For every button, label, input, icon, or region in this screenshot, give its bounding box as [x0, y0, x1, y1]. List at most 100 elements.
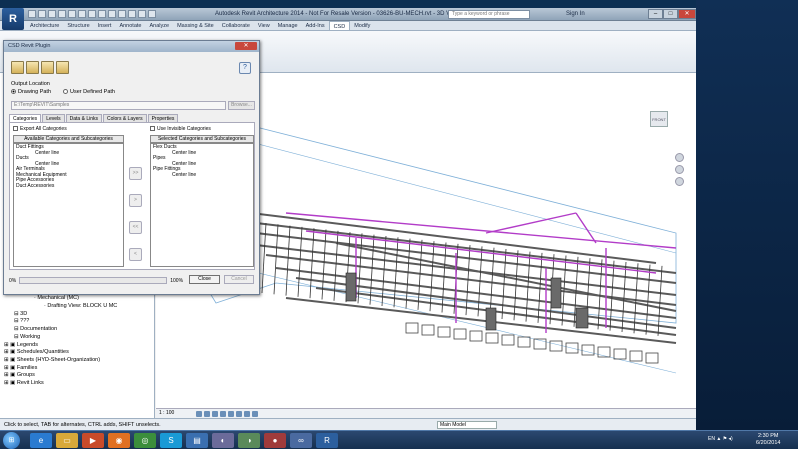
dialog-close-button[interactable]: ✕	[235, 42, 257, 50]
category-item[interactable]: Center line	[153, 172, 251, 179]
tree-expander-icon[interactable]: ⊞ ▣	[4, 380, 17, 386]
remove-all-button[interactable]: <<	[129, 221, 142, 234]
open-settings-icon[interactable]	[26, 61, 39, 74]
app-menu-button[interactable]: R	[2, 8, 24, 30]
firefox-icon[interactable]: ◉	[108, 433, 130, 448]
ribbon-tab-insert[interactable]: Insert	[94, 21, 116, 30]
app-icon[interactable]: ◑	[238, 433, 260, 448]
print-icon[interactable]	[68, 10, 76, 18]
browser-node[interactable]: ⊟ ???	[4, 318, 117, 326]
browser-node[interactable]: · Mechanical (MC)	[4, 295, 117, 303]
view-scale[interactable]: 1 : 100	[159, 410, 174, 416]
temp-hide-icon[interactable]	[244, 411, 250, 417]
show-crop-icon[interactable]	[236, 411, 242, 417]
viewcube-face[interactable]: FRONT	[650, 111, 668, 127]
remove-button[interactable]: <	[129, 248, 142, 261]
ribbon-tab-structure[interactable]: Structure	[63, 21, 93, 30]
cancel-button[interactable]: Cancel	[224, 275, 254, 284]
help-search-input[interactable]: Type a keyword or phrase	[448, 10, 530, 19]
add-button[interactable]: >	[129, 194, 142, 207]
pan-icon[interactable]	[675, 177, 684, 186]
steering-wheel-icon[interactable]	[675, 153, 684, 162]
crop-view-icon[interactable]	[228, 411, 234, 417]
ribbon-tab-collaborate[interactable]: Collaborate	[218, 21, 254, 30]
section-icon[interactable]	[108, 10, 116, 18]
help-icon[interactable]: ?	[239, 62, 251, 74]
dialog-tab-levels[interactable]: Levels	[42, 114, 65, 122]
customize-toolbar-icon[interactable]	[148, 10, 156, 18]
category-item[interactable]: Duct Accessories	[16, 183, 121, 190]
revit-taskbar-icon[interactable]: R	[316, 433, 338, 448]
ribbon-tab-add-ins[interactable]: Add-Ins	[302, 21, 329, 30]
redo-icon[interactable]	[58, 10, 66, 18]
ribbon-tab-view[interactable]: View	[254, 21, 274, 30]
user-path-radio[interactable]: User Defined Path	[63, 89, 115, 95]
ie-icon[interactable]: e	[30, 433, 52, 448]
export-icon[interactable]	[11, 61, 24, 74]
save-icon[interactable]	[38, 10, 46, 18]
open-icon[interactable]	[28, 10, 36, 18]
ribbon-tab-massing-site[interactable]: Massing & Site	[173, 21, 218, 30]
tree-expander-icon[interactable]: ⊞ ▣	[4, 349, 17, 355]
sun-path-icon[interactable]	[212, 411, 218, 417]
app-icon[interactable]: ∞	[290, 433, 312, 448]
clock[interactable]: 2:30 PM 6/20/2014	[756, 433, 780, 447]
sign-in-link[interactable]: Sign In	[566, 11, 585, 17]
browser-node[interactable]: ⊞ ▣ Sheets (HYD-Sheet-Organization)	[4, 357, 117, 365]
browser-node[interactable]: ⊞ ▣ Legends	[4, 342, 117, 350]
browser-node[interactable]: ⊟ Working	[4, 334, 117, 342]
visual-style-icon[interactable]	[204, 411, 210, 417]
start-button[interactable]: ⊞	[3, 432, 20, 449]
ribbon-tab-csd[interactable]: CSD	[328, 21, 351, 30]
browser-node[interactable]: ⊞ ▣ Revit Links	[4, 380, 117, 388]
measure-icon[interactable]	[78, 10, 86, 18]
tree-expander-icon[interactable]: ⊞ ▣	[4, 365, 17, 371]
shadows-icon[interactable]	[220, 411, 226, 417]
tree-expander-icon[interactable]: ⊞ ▣	[4, 372, 17, 378]
dialog-tab-properties[interactable]: Properties	[147, 114, 179, 122]
media-player-icon[interactable]: ▶	[82, 433, 104, 448]
drawing-path-radio[interactable]: Drawing Path	[11, 89, 51, 95]
selected-categories-list[interactable]: Flex Ducts Center line Pipes Center line Pip…	[150, 143, 254, 267]
3d-view-icon[interactable]	[98, 10, 106, 18]
skype-icon[interactable]: S	[160, 433, 182, 448]
tree-expander-icon[interactable]: ⊞ ▣	[4, 357, 17, 363]
browser-node[interactable]: ⊞ ▣ Families	[4, 365, 117, 373]
ribbon-tab-analyze[interactable]: Analyze	[145, 21, 173, 30]
thin-lines-icon[interactable]	[118, 10, 126, 18]
detail-level-icon[interactable]	[196, 411, 202, 417]
text-icon[interactable]	[88, 10, 96, 18]
browser-node[interactable]: ⊞ ▣ Groups	[4, 372, 117, 380]
use-invisible-checkbox[interactable]: Use Invisible Categories	[150, 126, 211, 132]
active-model-select[interactable]: Main Model	[437, 421, 497, 429]
ribbon-tab-architecture[interactable]: Architecture	[26, 21, 63, 30]
switch-windows-icon[interactable]	[138, 10, 146, 18]
browser-node[interactable]: ⊟ Documentation	[4, 326, 117, 334]
close-hidden-icon[interactable]	[128, 10, 136, 18]
zoom-icon[interactable]	[675, 165, 684, 174]
folder-icon[interactable]: ▭	[56, 433, 78, 448]
browser-node[interactable]: ⊞ ▣ Schedules/Quantities	[4, 349, 117, 357]
browse-button[interactable]: Browse...	[228, 101, 255, 110]
browser-node[interactable]: · Drafting View: BLOCK U MC	[4, 303, 117, 311]
explorer-icon[interactable]: ▤	[186, 433, 208, 448]
language-indicator[interactable]: EN	[708, 436, 715, 442]
close-button[interactable]: Close	[189, 275, 220, 284]
available-categories-list[interactable]: Duct Fittings Center line Ducts Center line…	[13, 143, 124, 267]
viewcube[interactable]: FRONT	[647, 106, 671, 130]
browser-node[interactable]: ⊟ 3D	[4, 311, 117, 319]
output-path-field[interactable]: E:\Temp\REVIT\Samples	[11, 101, 226, 110]
dialog-tab-colors-layers[interactable]: Colors & Layers	[103, 114, 147, 122]
undo-icon[interactable]	[48, 10, 56, 18]
ribbon-tab-modify[interactable]: Modify	[350, 21, 374, 30]
minimize-button[interactable]: –	[648, 9, 663, 19]
export-all-checkbox[interactable]: Export All Categories	[13, 126, 67, 132]
app-icon[interactable]: ◐	[212, 433, 234, 448]
maximize-button[interactable]: □	[663, 9, 678, 19]
dialog-tab-data-links[interactable]: Data & Links	[65, 114, 102, 122]
chrome-icon[interactable]: ◎	[134, 433, 156, 448]
save-settings-icon[interactable]	[41, 61, 54, 74]
close-window-button[interactable]: ✕	[678, 9, 696, 19]
tree-expander-icon[interactable]: ⊞ ▣	[4, 342, 17, 348]
ribbon-tab-manage[interactable]: Manage	[274, 21, 302, 30]
